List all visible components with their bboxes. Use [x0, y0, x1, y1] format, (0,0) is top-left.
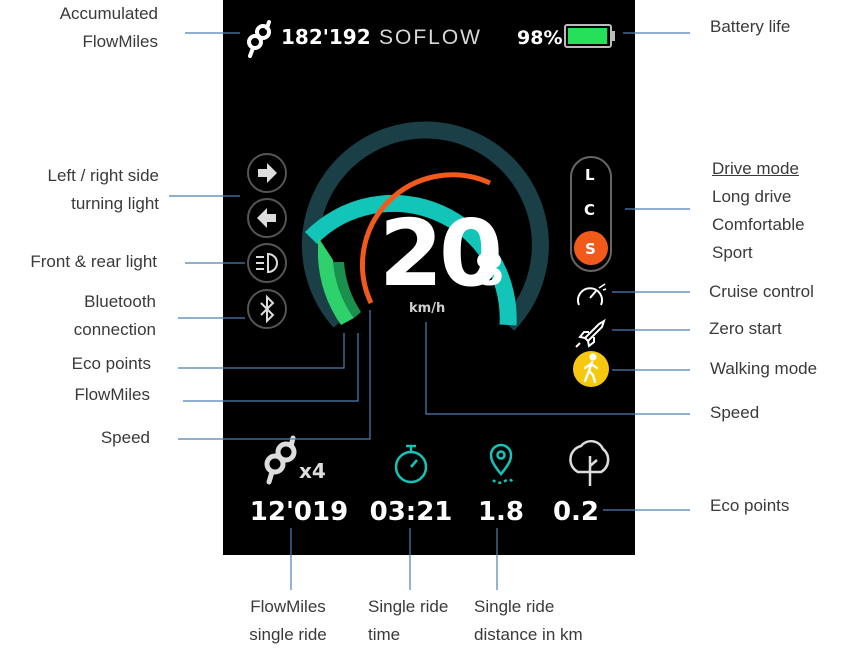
- label-line: Accumulated: [59, 4, 158, 23]
- label-comfortable: Comfortable: [712, 215, 805, 234]
- label-line: turning light: [71, 194, 159, 213]
- label-line: distance in km: [474, 625, 583, 644]
- label-drive-mode-title: Drive mode: [712, 159, 799, 178]
- label-line: Single ride: [368, 597, 449, 616]
- label-line: single ride: [249, 625, 327, 644]
- label-flowmiles-single-ride: FlowMiles single ride: [233, 593, 343, 649]
- label-walking-mode: Walking mode: [710, 359, 818, 378]
- label-line: FlowMiles: [82, 32, 158, 51]
- label-flowmiles-left: FlowMiles: [74, 385, 150, 404]
- leader-speed-left: [178, 310, 371, 440]
- label-single-ride-time: Single ride time: [368, 593, 448, 649]
- label-speed-right: Speed: [710, 403, 760, 422]
- label-line: Bluetooth: [84, 292, 156, 311]
- label-sport: Sport: [712, 243, 753, 262]
- label-zero-start: Zero start: [709, 319, 782, 338]
- label-battery-life: Battery life: [710, 17, 791, 36]
- label-drive-mode: Drive mode Long drive Comfortable Sport: [712, 155, 805, 267]
- label-bluetooth: Bluetooth connection: [20, 288, 156, 344]
- label-line: Left / right side: [47, 166, 159, 185]
- label-line: FlowMiles: [250, 597, 326, 616]
- leader-eco-points: [178, 333, 345, 369]
- label-line: time: [368, 625, 401, 644]
- leader-flowmiles: [183, 333, 359, 402]
- label-turning-light: Left / right side turning light: [10, 162, 159, 218]
- label-line: Single ride: [474, 597, 555, 616]
- label-speed-left: Speed: [100, 428, 150, 447]
- label-line: connection: [73, 320, 156, 339]
- leader-speed-right: [425, 322, 690, 415]
- label-single-ride-distance: Single ride distance in km: [474, 593, 583, 649]
- label-long-drive: Long drive: [712, 187, 792, 206]
- label-front-rear-light: Front & rear light: [30, 252, 157, 271]
- label-cruise-control: Cruise control: [709, 282, 814, 301]
- label-eco-points-right: Eco points: [710, 496, 790, 515]
- label-eco-points-left: Eco points: [71, 354, 151, 373]
- label-accumulated-flowmiles: Accumulated FlowMiles: [20, 0, 158, 56]
